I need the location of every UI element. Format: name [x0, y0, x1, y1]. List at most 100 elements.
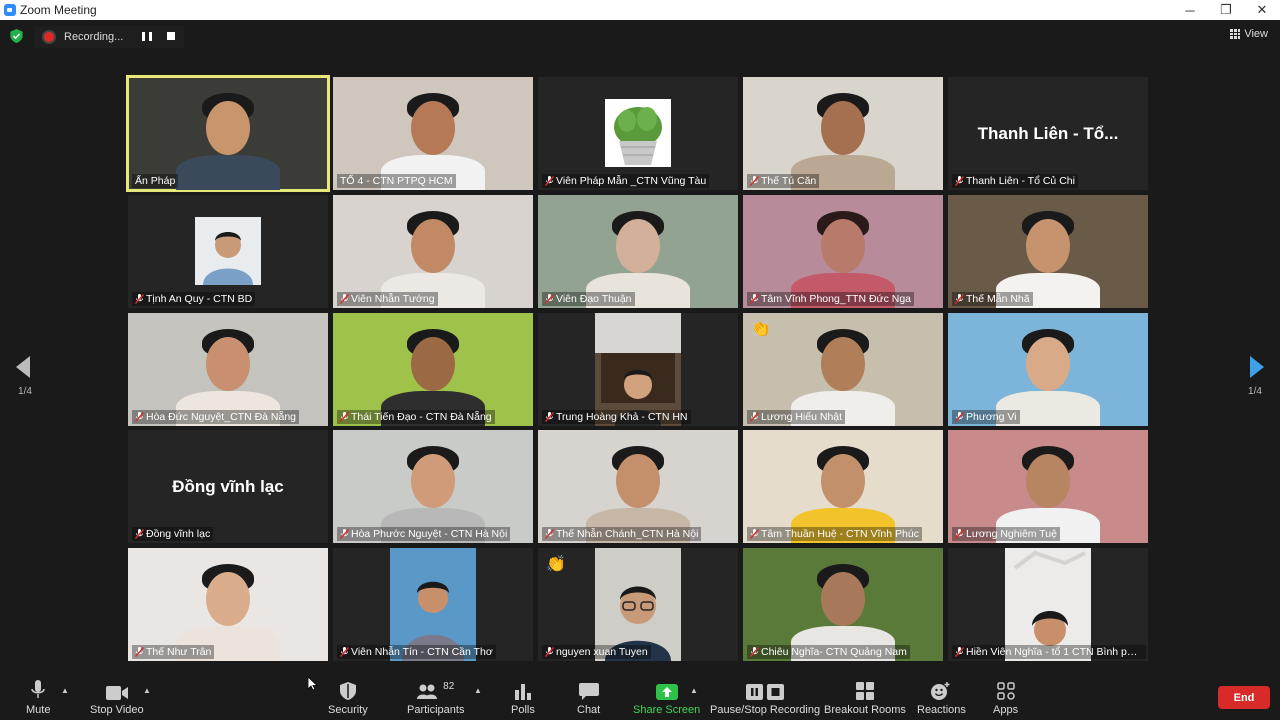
security-shield-icon[interactable]: [10, 29, 23, 43]
participant-name-label: Ẩn Pháp: [132, 174, 179, 188]
chevron-right-icon: [1250, 356, 1264, 378]
muted-microphone-icon: [545, 412, 554, 422]
participant-name: Thế Tú Căn: [761, 175, 817, 187]
video-tile[interactable]: Đồng vĩnh lạc Đồng vĩnh lạc: [128, 430, 328, 543]
recording-dot-icon: [44, 32, 54, 42]
participant-count: 82: [443, 681, 455, 692]
participant-name: Viên Đạo Thuận: [556, 293, 632, 305]
page-indicator-left: 1/4: [18, 386, 32, 397]
participant-name-label: Thế Tú Căn: [747, 174, 820, 188]
stop-video-label: Stop Video: [90, 704, 144, 716]
participant-name: Thế Nhẫn Chánh_CTN Hà Nội: [556, 528, 699, 540]
muted-microphone-icon: [340, 529, 349, 539]
participant-name-label: Hòa Đức Nguyệt_CTN Đà Nẵng: [132, 410, 300, 424]
maximize-button[interactable]: ❐: [1208, 0, 1244, 20]
participant-name: Chiêu Nghĩa- CTN Quảng Nam: [761, 646, 907, 658]
pause-recording-icon[interactable]: [142, 32, 152, 41]
video-tile[interactable]: Thế Như Trân: [128, 548, 328, 661]
video-options-caret-icon[interactable]: ▲: [143, 686, 151, 695]
participant-name-label: Viên Nhẫn Tín - CTN Cần Thơ: [337, 645, 496, 659]
participant-name-label: Thế Như Trân: [132, 645, 215, 659]
participant-name: Đồng vĩnh lạc: [146, 528, 211, 540]
video-tile[interactable]: Ẩn Pháp: [126, 75, 330, 192]
participant-name-label: Lương Hiếu Nhật: [747, 410, 846, 424]
window-controls: ─ ❐ ✕: [1172, 0, 1280, 20]
polls-label: Polls: [511, 704, 535, 716]
participants-icon: 82: [417, 676, 454, 700]
chat-button[interactable]: Chat: [577, 676, 600, 716]
video-tile[interactable]: 👏 nguyen xuan Tuyen: [538, 548, 738, 661]
stop-recording-icon[interactable]: [167, 32, 175, 40]
video-tile[interactable]: Lương Nghiêm Tuệ: [948, 430, 1148, 543]
pause-stop-recording-button[interactable]: Pause/Stop Recording: [710, 676, 820, 716]
close-button[interactable]: ✕: [1244, 0, 1280, 20]
muted-microphone-icon: [340, 412, 349, 422]
video-tile[interactable]: 👏 Lương Hiếu Nhật: [743, 313, 943, 426]
video-tile[interactable]: Thế Mẫn Nhã: [948, 195, 1148, 308]
video-tile[interactable]: Phương Vi: [948, 313, 1148, 426]
next-page-button[interactable]: 1/4: [1240, 356, 1270, 406]
video-gallery-grid: Ẩn Pháp TỔ 4 - CTN PTPQ HCM Viên Pháp Mẫn …: [126, 75, 1152, 662]
stop-video-button[interactable]: Stop Video: [90, 676, 144, 716]
mute-button[interactable]: Mute: [26, 676, 50, 716]
breakout-rooms-button[interactable]: Breakout Rooms: [824, 676, 906, 716]
video-tile[interactable]: Tâm Vĩnh Phong_TTN Đức Nga: [743, 195, 943, 308]
video-tile[interactable]: Trung Hoàng Khả - CTN HN: [538, 313, 738, 426]
participant-name-label: Tịnh An Quy - CTN BD: [132, 292, 256, 306]
video-tile[interactable]: Chiêu Nghĩa- CTN Quảng Nam: [743, 548, 943, 661]
view-button[interactable]: View: [1230, 28, 1268, 40]
video-tile[interactable]: Hòa Đức Nguyệt_CTN Đà Nẵng: [128, 313, 328, 426]
reactions-button[interactable]: Reactions: [917, 676, 966, 716]
apps-button[interactable]: Apps: [993, 676, 1018, 716]
participant-name-label: Lương Nghiêm Tuệ: [952, 527, 1060, 541]
muted-microphone-icon: [750, 412, 759, 422]
video-tile[interactable]: Thế Tú Căn: [743, 77, 943, 190]
participants-label: Participants: [407, 704, 465, 716]
pause-stop-icon: [746, 676, 785, 700]
share-screen-label: Share Screen: [633, 704, 701, 716]
participant-name: Lương Nghiêm Tuệ: [966, 528, 1057, 540]
end-meeting-button[interactable]: End: [1218, 686, 1270, 709]
meeting-top-strip: Recording... View: [0, 20, 1280, 52]
participant-name: Hòa Đức Nguyệt_CTN Đà Nẵng: [146, 411, 297, 423]
meeting-toolbar: Mute ▲ Stop Video ▲ Security 82 Particip…: [0, 670, 1280, 720]
video-tile[interactable]: Tịnh An Quy - CTN BD: [128, 195, 328, 308]
video-tile[interactable]: Viên Pháp Mẫn _CTN Vũng Tàu: [538, 77, 738, 190]
muted-microphone-icon: [545, 176, 554, 186]
participant-name: Thế Như Trân: [146, 646, 212, 658]
share-options-caret-icon[interactable]: ▲: [690, 686, 698, 695]
video-tile[interactable]: Hiền Viên Nghĩa - tổ 1 CTN Bình phư...: [948, 548, 1148, 661]
participant-name: Thái Tiến Đạo - CTN Đà Nẵng: [351, 411, 492, 423]
share-screen-arrow-icon: [655, 676, 678, 700]
muted-microphone-icon: [955, 529, 964, 539]
video-tile[interactable]: Tâm Thuần Huệ - CTN Vĩnh Phúc: [743, 430, 943, 543]
muted-microphone-icon: [750, 647, 759, 657]
participant-name: Viên Nhẫn Tướng: [351, 293, 435, 305]
chat-bubble-icon: [578, 676, 599, 700]
video-tile[interactable]: Viên Đạo Thuận: [538, 195, 738, 308]
muted-microphone-icon: [340, 294, 349, 304]
audio-options-caret-icon[interactable]: ▲: [61, 686, 69, 695]
video-tile[interactable]: Thái Tiến Đạo - CTN Đà Nẵng: [333, 313, 533, 426]
video-tile[interactable]: TỔ 4 - CTN PTPQ HCM: [333, 77, 533, 190]
video-tile[interactable]: Hòa Phước Nguyệt - CTN Hà Nội: [333, 430, 533, 543]
participant-name-label: nguyen xuan Tuyen: [542, 645, 651, 659]
participants-options-caret-icon[interactable]: ▲: [474, 686, 482, 695]
participant-name: Viên Pháp Mẫn _CTN Vũng Tàu: [556, 175, 707, 187]
video-tile[interactable]: Thế Nhẫn Chánh_CTN Hà Nội: [538, 430, 738, 543]
share-screen-button[interactable]: Share Screen: [633, 676, 700, 716]
video-tile[interactable]: Viên Nhẫn Tướng: [333, 195, 533, 308]
participant-name: Trung Hoàng Khả - CTN HN: [556, 411, 688, 423]
previous-page-button[interactable]: 1/4: [10, 356, 40, 406]
participants-button[interactable]: 82 Participants: [407, 676, 464, 716]
video-tile[interactable]: Viên Nhẫn Tín - CTN Cần Thơ: [333, 548, 533, 661]
minimize-button[interactable]: ─: [1172, 0, 1208, 20]
window-title: Zoom Meeting: [20, 3, 97, 17]
page-indicator-right: 1/4: [1248, 386, 1262, 397]
video-tile[interactable]: Thanh Liên - Tổ... Thanh Liên - Tổ Củ Chi: [948, 77, 1148, 190]
microphone-icon: [31, 676, 45, 700]
polls-button[interactable]: Polls: [511, 676, 535, 716]
recording-indicator: Recording...: [34, 26, 184, 48]
participant-name: nguyen xuan Tuyen: [556, 646, 648, 658]
security-button[interactable]: Security: [328, 676, 368, 716]
